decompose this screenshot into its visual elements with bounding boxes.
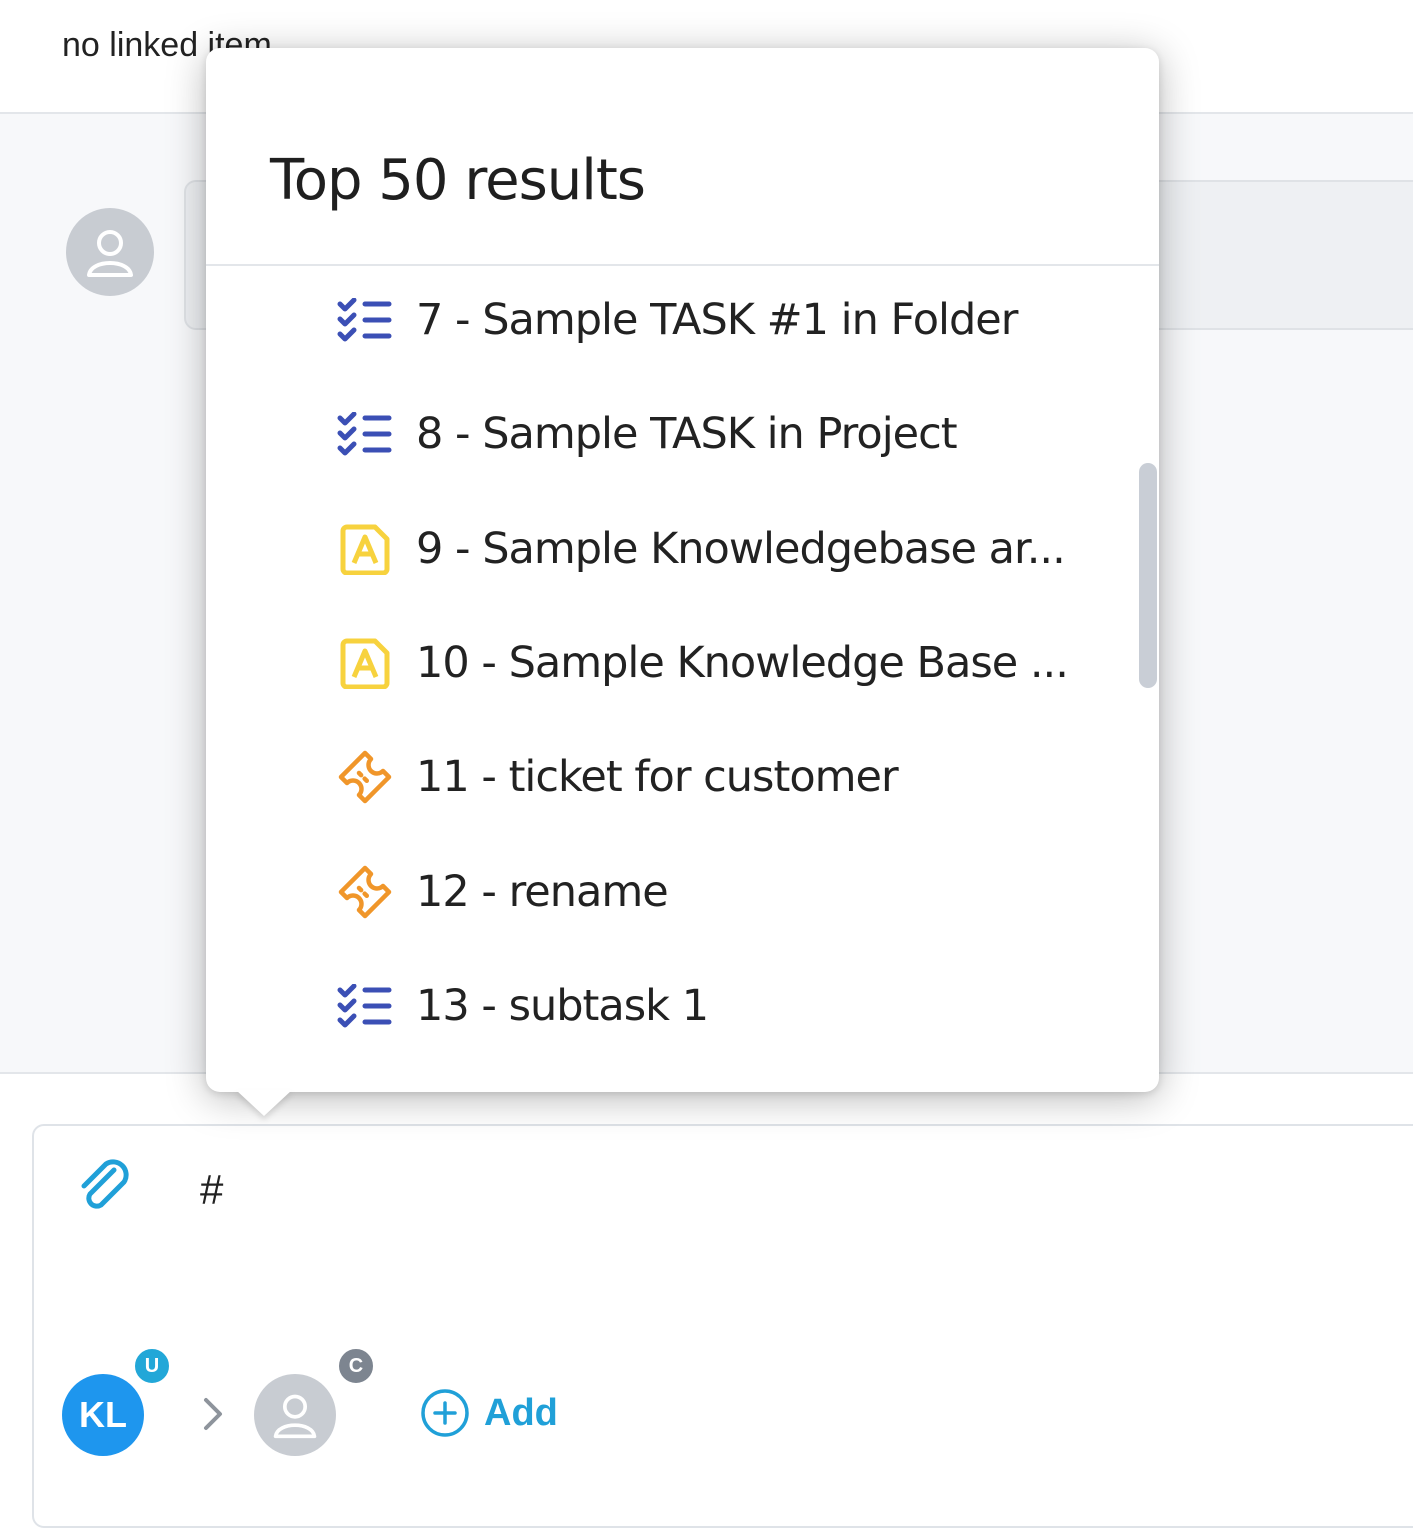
knowledgebase-article-icon xyxy=(336,635,394,691)
ticket-icon xyxy=(336,864,394,920)
ticket-icon xyxy=(336,749,394,805)
comment-editor[interactable]: # KL U C Add xyxy=(32,1124,1413,1528)
paperclip-icon[interactable] xyxy=(74,1156,134,1221)
add-button-label: Add xyxy=(484,1391,558,1434)
result-item-10[interactable]: 10 - Sample Knowledge Base ... xyxy=(336,623,1096,703)
results-scrollbar[interactable] xyxy=(1139,463,1157,688)
result-item-7[interactable]: 7 - Sample TASK #1 in Folder xyxy=(336,280,1096,360)
add-recipient-button[interactable]: Add xyxy=(420,1388,558,1438)
result-label: 13 - subtask 1 xyxy=(416,981,709,1031)
chevron-right-icon xyxy=(200,1394,226,1439)
recipient-avatar[interactable] xyxy=(254,1374,336,1456)
task-list-icon xyxy=(336,978,394,1034)
user-avatar-placeholder xyxy=(66,208,154,296)
result-label: 7 - Sample TASK #1 in Folder xyxy=(416,295,1018,345)
author-initials: KL xyxy=(79,1394,127,1435)
author-role-badge: U xyxy=(132,1346,172,1386)
result-label: 8 - Sample TASK in Project xyxy=(416,409,958,459)
result-label: 11 - ticket for customer xyxy=(416,752,899,802)
knowledgebase-article-icon xyxy=(336,521,394,577)
result-item-11[interactable]: 11 - ticket for customer xyxy=(336,737,1096,817)
result-item-9[interactable]: 9 - Sample Knowledgebase ar... xyxy=(336,509,1096,589)
result-label: 10 - Sample Knowledge Base ... xyxy=(416,638,1069,688)
person-icon xyxy=(87,230,133,277)
plus-circle-icon xyxy=(421,1389,469,1437)
recipient-role-badge: C xyxy=(336,1346,376,1386)
editor-input-text[interactable]: # xyxy=(200,1166,223,1214)
person-icon xyxy=(273,1394,317,1439)
popover-title: Top 50 results xyxy=(270,148,646,213)
result-item-8[interactable]: 8 - Sample TASK in Project xyxy=(336,394,1096,474)
result-item-12[interactable]: 12 - rename xyxy=(336,852,1096,932)
hashtag-results-popover: Top 50 results 7 - Sample TASK #1 in Fol… xyxy=(206,48,1159,1092)
popover-caret xyxy=(236,1090,292,1116)
popover-header: Top 50 results xyxy=(206,48,1159,266)
task-list-icon xyxy=(336,292,394,348)
result-item-13[interactable]: 13 - subtask 1 xyxy=(336,966,1096,1046)
result-label: 12 - rename xyxy=(416,867,669,917)
result-label: 9 - Sample Knowledgebase ar... xyxy=(416,524,1066,574)
author-avatar[interactable]: KL xyxy=(62,1374,144,1456)
task-list-icon xyxy=(336,406,394,462)
